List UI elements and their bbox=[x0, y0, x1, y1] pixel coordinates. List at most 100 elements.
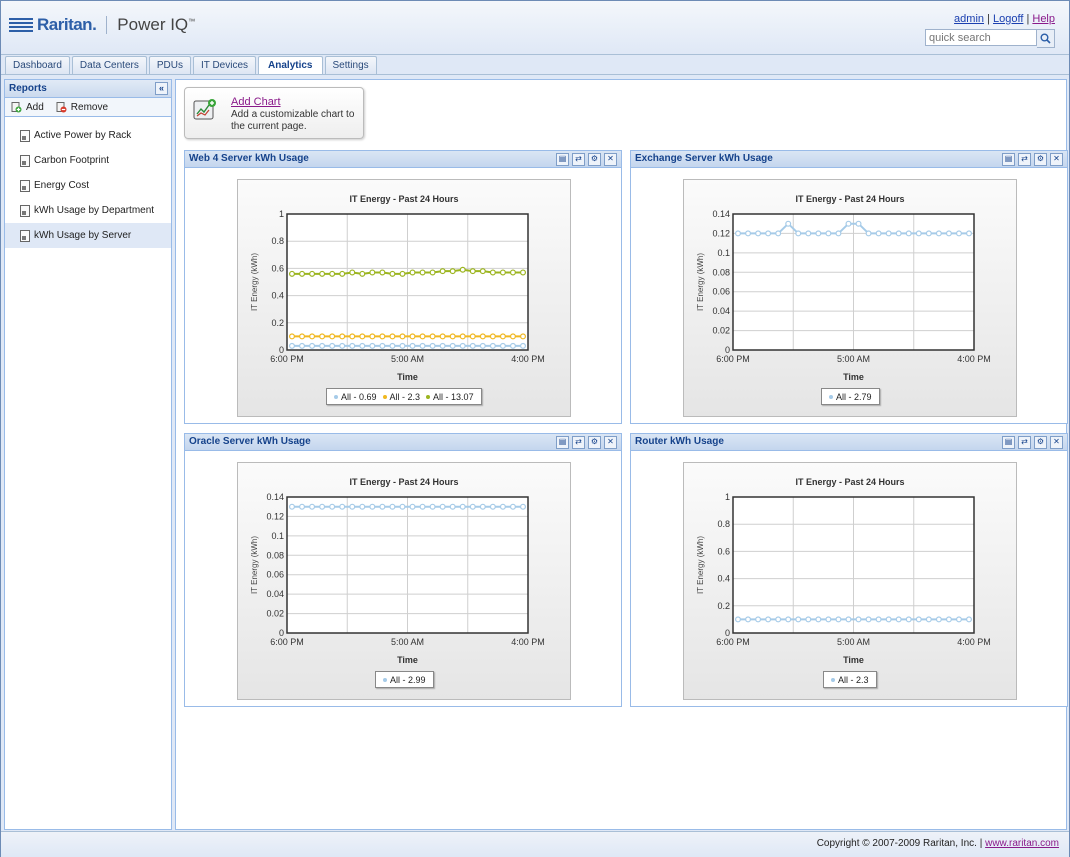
data-point bbox=[449, 342, 456, 349]
data-point bbox=[845, 616, 852, 623]
panel-settings-icon[interactable]: ⚙ bbox=[588, 436, 601, 449]
data-point bbox=[499, 269, 506, 276]
legend-item[interactable]: All - 2.3 bbox=[382, 392, 420, 402]
data-point bbox=[429, 333, 436, 340]
report-icon bbox=[20, 129, 30, 142]
sidebar-item-active-power-by-rack[interactable]: Active Power by Rack bbox=[5, 123, 171, 148]
data-point bbox=[520, 342, 527, 349]
tab-analytics[interactable]: Analytics bbox=[258, 56, 323, 75]
tab-settings[interactable]: Settings bbox=[324, 56, 377, 74]
panel-close-icon[interactable]: ✕ bbox=[1050, 153, 1063, 166]
legend-item[interactable]: All - 2.3 bbox=[831, 675, 869, 685]
panel-refresh-icon[interactable]: ⇄ bbox=[572, 153, 585, 166]
legend-item[interactable]: All - 13.07 bbox=[426, 392, 474, 402]
sidebar-item-carbon-footprint[interactable]: Carbon Footprint bbox=[5, 148, 171, 173]
report-icon bbox=[20, 179, 30, 192]
data-point bbox=[299, 503, 306, 510]
data-point bbox=[875, 230, 882, 237]
panel-close-icon[interactable]: ✕ bbox=[604, 153, 617, 166]
data-point bbox=[329, 342, 336, 349]
x-axis-label: Time bbox=[397, 655, 418, 665]
panel-close-icon[interactable]: ✕ bbox=[1050, 436, 1063, 449]
panel-refresh-icon[interactable]: ⇄ bbox=[1018, 153, 1031, 166]
data-point bbox=[409, 333, 416, 340]
tab-data-centers[interactable]: Data Centers bbox=[71, 56, 147, 74]
tabs-divider bbox=[1, 74, 1069, 75]
chart-panel-router: Router kWh Usage ▤ ⇄ ⚙ ✕ IT Energy - Pas… bbox=[630, 433, 1068, 707]
line-chart: IT Energy - Past 24 Hours00.020.040.060.… bbox=[696, 194, 991, 382]
line-chart: IT Energy - Past 24 Hours00.20.40.60.816… bbox=[696, 477, 991, 665]
y-tick-label: 0.06 bbox=[266, 570, 284, 580]
add-chart-link[interactable]: Add Chart bbox=[231, 96, 281, 108]
data-point bbox=[319, 333, 326, 340]
chart-area: IT Energy - Past 24 Hours 0 0.02 0.04 0.06 0.… bbox=[237, 462, 571, 700]
data-point bbox=[399, 503, 406, 510]
panel-title: Exchange Server kWh Usage bbox=[635, 153, 773, 164]
data-point bbox=[329, 270, 336, 277]
collapse-sidebar-button[interactable]: « bbox=[155, 82, 168, 95]
add-report-button[interactable]: Add bbox=[11, 101, 44, 113]
y-axis-label: IT Energy (kWh) bbox=[250, 536, 259, 594]
add-chart-box[interactable]: Add Chart Add a customizable chart to th… bbox=[184, 87, 364, 139]
logoff-link[interactable]: Logoff bbox=[993, 13, 1023, 25]
x-tick-label: 6:00 PM bbox=[270, 637, 304, 647]
data-point bbox=[785, 220, 792, 227]
legend-item[interactable]: All - 2.79 bbox=[829, 392, 872, 402]
data-point bbox=[309, 503, 316, 510]
data-point bbox=[785, 616, 792, 623]
data-point bbox=[745, 616, 752, 623]
tab-dashboard[interactable]: Dashboard bbox=[5, 56, 70, 74]
data-point bbox=[469, 268, 476, 275]
data-point bbox=[329, 503, 336, 510]
remove-report-button[interactable]: Remove bbox=[56, 101, 108, 113]
panel-refresh-icon[interactable]: ⇄ bbox=[1018, 436, 1031, 449]
chart-area: IT Energy - Past 24 Hours 0 0.2 0.4 0.6 0.8 1 6… bbox=[683, 462, 1017, 700]
data-point bbox=[429, 269, 436, 276]
panel-title: Oracle Server kWh Usage bbox=[189, 436, 311, 447]
search-input[interactable] bbox=[925, 29, 1037, 46]
panel-toggle-icon[interactable]: ▤ bbox=[556, 153, 569, 166]
panel-settings-icon[interactable]: ⚙ bbox=[588, 153, 601, 166]
data-point bbox=[479, 503, 486, 510]
legend-marker bbox=[383, 677, 387, 682]
x-tick-label: 6:00 PM bbox=[270, 354, 304, 364]
data-point bbox=[469, 342, 476, 349]
data-point bbox=[459, 342, 466, 349]
legend-marker bbox=[334, 394, 338, 399]
panel-close-icon[interactable]: ✕ bbox=[604, 436, 617, 449]
legend-item[interactable]: All - 0.69 bbox=[334, 392, 377, 402]
data-point bbox=[449, 268, 456, 275]
data-point bbox=[520, 503, 527, 510]
help-link[interactable]: Help bbox=[1032, 13, 1055, 25]
sidebar-item-energy-cost[interactable]: Energy Cost bbox=[5, 173, 171, 198]
panel-refresh-icon[interactable]: ⇄ bbox=[572, 436, 585, 449]
raritan-website-link[interactable]: www.raritan.com bbox=[985, 838, 1059, 849]
data-point bbox=[469, 333, 476, 340]
data-point bbox=[409, 342, 416, 349]
panel-toggle-icon[interactable]: ▤ bbox=[1002, 436, 1015, 449]
remove-report-icon bbox=[56, 101, 67, 112]
data-point bbox=[389, 342, 396, 349]
header: Raritan. Power IQ™ admin | Logoff | Help bbox=[1, 1, 1069, 55]
tab-pdus[interactable]: PDUs bbox=[148, 56, 191, 74]
panel-tools: ▤ ⇄ ⚙ ✕ bbox=[553, 436, 617, 449]
data-point bbox=[379, 333, 386, 340]
chart-legend: All - 0.69 All - 2.3 All - 13.07 bbox=[326, 388, 482, 405]
sidebar-item-kwh-usage-by-server[interactable]: kWh Usage by Server bbox=[5, 223, 171, 248]
panel-settings-icon[interactable]: ⚙ bbox=[1034, 153, 1047, 166]
search-button[interactable] bbox=[1037, 29, 1055, 48]
panel-settings-icon[interactable]: ⚙ bbox=[1034, 436, 1047, 449]
search-icon bbox=[1040, 33, 1051, 44]
panel-header: Router kWh Usage ▤ ⇄ ⚙ ✕ bbox=[631, 434, 1067, 451]
panel-toggle-icon[interactable]: ▤ bbox=[556, 436, 569, 449]
sidebar-item-kwh-usage-by-department[interactable]: kWh Usage by Department bbox=[5, 198, 171, 223]
legend-item[interactable]: All - 2.99 bbox=[383, 675, 426, 685]
x-tick-label: 5:00 AM bbox=[837, 354, 870, 364]
tab-it-devices[interactable]: IT Devices bbox=[192, 56, 257, 74]
panel-toggle-icon[interactable]: ▤ bbox=[1002, 153, 1015, 166]
data-point bbox=[369, 333, 376, 340]
admin-link[interactable]: admin bbox=[954, 13, 984, 25]
data-point bbox=[339, 270, 346, 277]
report-icon bbox=[20, 229, 30, 242]
data-point bbox=[409, 269, 416, 276]
